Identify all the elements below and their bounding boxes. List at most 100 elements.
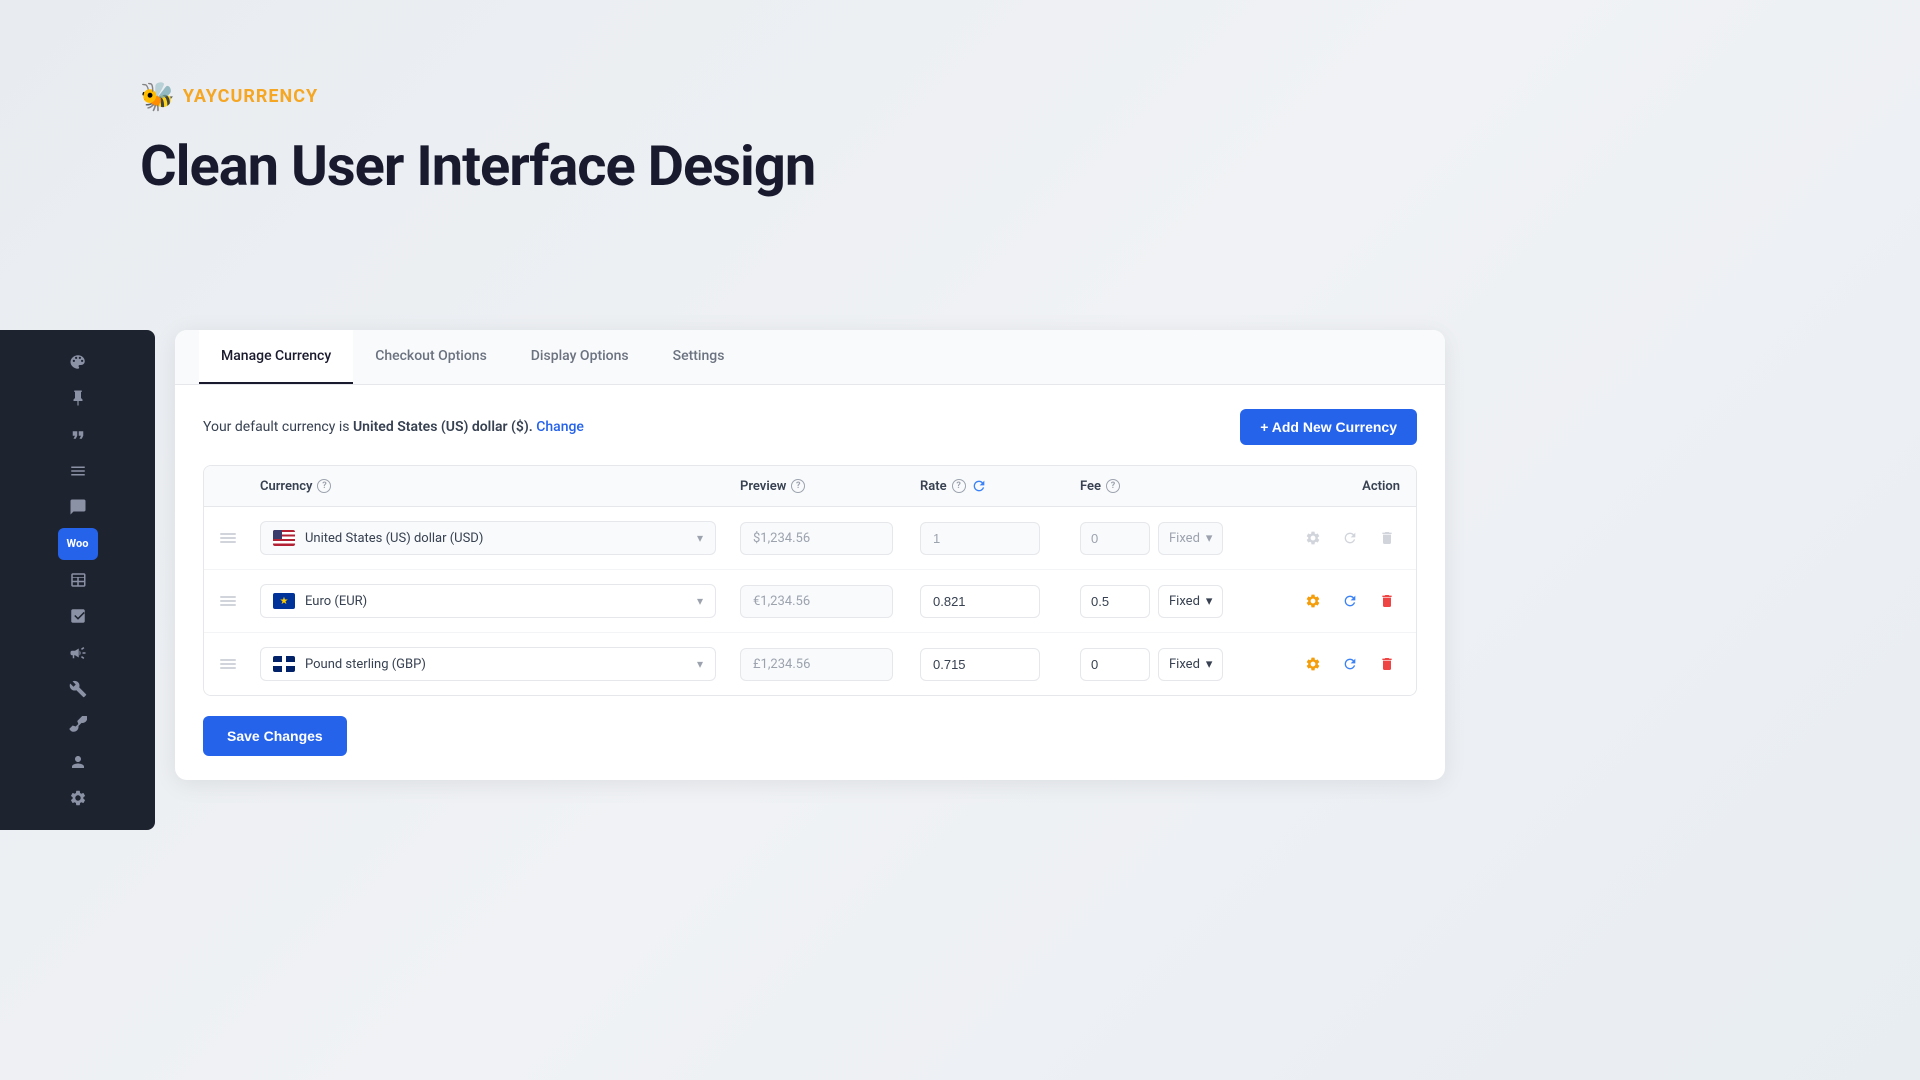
preview-gbp: £1,234.56 <box>740 648 893 681</box>
trash-icon-usd <box>1379 530 1395 546</box>
sidebar-item-woo[interactable]: Woo <box>58 528 98 560</box>
table-icon <box>69 571 87 589</box>
brand-logo: 🐝 YAYCURRENCY <box>140 80 815 113</box>
gear-icon-usd <box>1305 530 1321 546</box>
delete-btn-eur[interactable] <box>1373 587 1400 615</box>
th-currency: Currency ? <box>260 479 740 494</box>
table-row: Pound sterling (GBP) ▾ £1,234.56 Fixed ▾ <box>204 633 1416 695</box>
sidebar-item-tools[interactable] <box>58 673 98 705</box>
table-header: Currency ? Preview ? Rate ? <box>204 466 1416 507</box>
currency-table: Currency ? Preview ? Rate ? <box>203 465 1417 696</box>
sidebar-item-megaphone[interactable] <box>58 637 98 669</box>
eu-flag: ★ <box>273 593 295 609</box>
fee-type-chevron-eur: ▾ <box>1206 594 1213 609</box>
fee-type-gbp[interactable]: Fixed ▾ <box>1158 648 1223 681</box>
th-rate: Rate ? <box>920 478 1080 494</box>
tab-bar: Manage Currency Checkout Options Display… <box>175 330 1445 385</box>
delete-btn-usd[interactable] <box>1373 524 1400 552</box>
preview-usd: $1,234.56 <box>740 522 893 555</box>
action-group-usd <box>1300 524 1400 552</box>
sidebar-item-wrench[interactable] <box>58 709 98 741</box>
refresh-btn-eur[interactable] <box>1337 587 1364 615</box>
rate-input-eur[interactable] <box>920 585 1040 618</box>
th-action: Action <box>1300 479 1400 494</box>
default-currency-bar: Your default currency is United States (… <box>203 409 1417 445</box>
wrench-icon <box>69 716 87 734</box>
sidebar: Woo <box>0 330 155 830</box>
refresh-btn-gbp[interactable] <box>1337 650 1364 678</box>
preview-eur: €1,234.56 <box>740 585 893 618</box>
save-changes-button[interactable]: Save Changes <box>203 716 347 756</box>
currency-select-eur[interactable]: ★ Euro (EUR) ▾ <box>260 584 716 618</box>
action-group-eur <box>1300 587 1400 615</box>
palette-icon <box>69 353 87 371</box>
drag-handle-gbp[interactable] <box>220 659 260 669</box>
tab-display-options[interactable]: Display Options <box>509 330 651 384</box>
gear-icon-gbp <box>1305 656 1321 672</box>
fee-input-usd[interactable] <box>1080 522 1150 555</box>
drag-handle-usd[interactable] <box>220 533 260 543</box>
megaphone-icon <box>69 644 87 662</box>
th-preview: Preview ? <box>740 479 920 494</box>
rate-info-icon[interactable]: ? <box>952 479 966 493</box>
currency-select-gbp[interactable]: Pound sterling (GBP) ▾ <box>260 647 716 681</box>
refresh-icon-gbp <box>1342 656 1358 672</box>
drag-handle-eur[interactable] <box>220 596 260 606</box>
settings-btn-gbp[interactable] <box>1300 650 1327 678</box>
comments-icon <box>69 498 87 516</box>
delete-btn-gbp[interactable] <box>1373 650 1400 678</box>
fee-group-usd: Fixed ▾ <box>1080 522 1289 555</box>
settings-btn-eur[interactable] <box>1300 587 1327 615</box>
rate-refresh-icon <box>971 478 987 494</box>
quote-icon <box>69 426 87 444</box>
sidebar-item-comments[interactable] <box>58 491 98 523</box>
currency-name-usd: United States (US) dollar (USD) <box>305 531 687 546</box>
panel-content: Your default currency is United States (… <box>175 385 1445 780</box>
default-currency-name: United States (US) dollar ($). <box>353 419 533 435</box>
rate-input-gbp[interactable] <box>920 648 1040 681</box>
settings-icon <box>69 789 87 807</box>
fee-group-eur: Fixed ▾ <box>1080 585 1289 618</box>
sidebar-item-quote[interactable] <box>58 419 98 451</box>
sidebar-item-user[interactable] <box>58 745 98 777</box>
default-currency-prefix: Your default currency is <box>203 419 353 435</box>
fee-group-gbp: Fixed ▾ <box>1080 648 1289 681</box>
default-currency-text: Your default currency is United States (… <box>203 419 584 435</box>
change-currency-link[interactable]: Change <box>536 419 584 435</box>
analytics-icon <box>69 607 87 625</box>
sidebar-item-design[interactable] <box>58 346 98 378</box>
rate-refresh-button[interactable] <box>971 478 987 494</box>
pages-icon <box>69 462 87 480</box>
fee-input-gbp[interactable] <box>1080 648 1150 681</box>
sidebar-item-analytics[interactable] <box>58 600 98 632</box>
main-panel: Manage Currency Checkout Options Display… <box>175 330 1445 780</box>
page-title: Clean User Interface Design <box>140 133 815 199</box>
sidebar-item-pages[interactable] <box>58 455 98 487</box>
woo-label: Woo <box>61 534 95 553</box>
table-row: United States (US) dollar (USD) ▾ $1,234… <box>204 507 1416 570</box>
tab-settings[interactable]: Settings <box>651 330 747 384</box>
preview-info-icon[interactable]: ? <box>791 479 805 493</box>
tab-checkout-options[interactable]: Checkout Options <box>353 330 509 384</box>
sidebar-item-table[interactable] <box>58 564 98 596</box>
currency-info-icon[interactable]: ? <box>317 479 331 493</box>
rate-input-usd[interactable] <box>920 522 1040 555</box>
gb-flag <box>273 656 295 672</box>
refresh-btn-usd[interactable] <box>1337 524 1364 552</box>
add-currency-button[interactable]: + Add New Currency <box>1240 409 1417 445</box>
fee-input-eur[interactable] <box>1080 585 1150 618</box>
fee-type-chevron-usd: ▾ <box>1206 531 1213 546</box>
sidebar-item-pin[interactable] <box>58 382 98 414</box>
fee-info-icon[interactable]: ? <box>1106 479 1120 493</box>
brand-icon: 🐝 <box>140 80 175 113</box>
currency-select-usd: United States (US) dollar (USD) ▾ <box>260 521 716 555</box>
fee-type-eur[interactable]: Fixed ▾ <box>1158 585 1223 618</box>
pin-icon <box>69 389 87 407</box>
currency-name-gbp: Pound sterling (GBP) <box>305 657 687 672</box>
chevron-eur: ▾ <box>697 594 703 608</box>
sidebar-item-settings[interactable] <box>58 782 98 814</box>
settings-btn-usd[interactable] <box>1300 524 1327 552</box>
tab-manage-currency[interactable]: Manage Currency <box>199 330 353 384</box>
currency-name-eur: Euro (EUR) <box>305 594 687 609</box>
table-row: ★ Euro (EUR) ▾ €1,234.56 Fixed ▾ <box>204 570 1416 633</box>
